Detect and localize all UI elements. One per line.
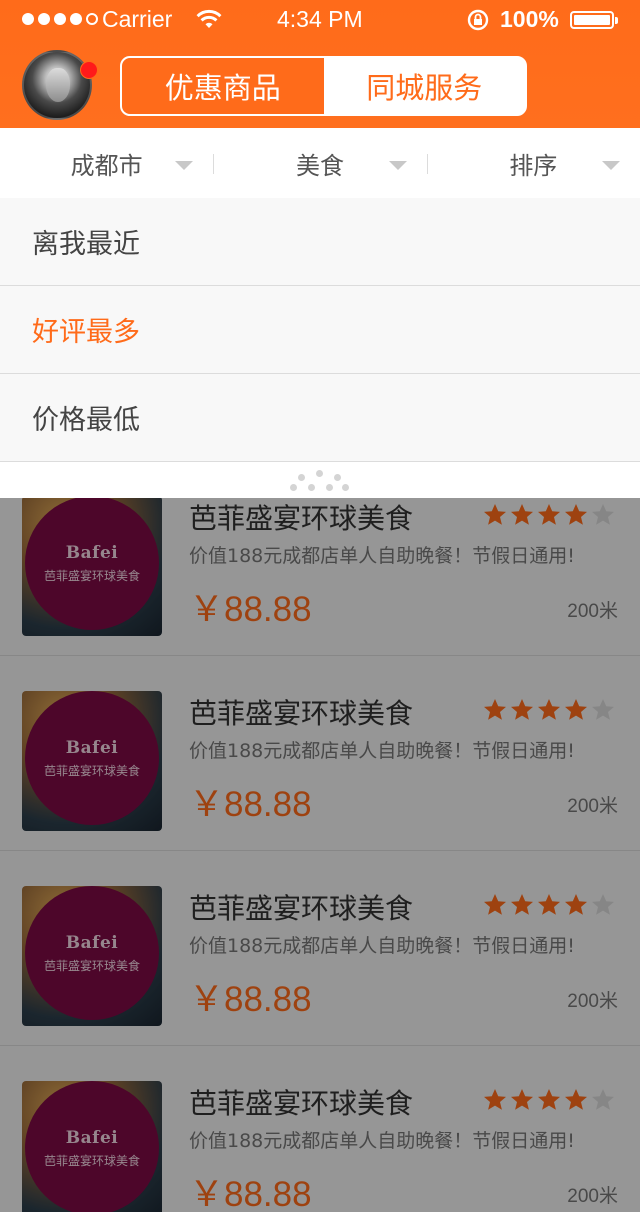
loading-spinner-icon	[284, 470, 356, 494]
filter-sort[interactable]: 排序	[426, 128, 640, 198]
rotation-lock-icon	[467, 9, 489, 31]
avatar[interactable]	[22, 50, 92, 120]
wifi-icon	[196, 9, 222, 28]
battery-percentage: 100%	[500, 6, 559, 32]
battery-icon	[570, 11, 618, 29]
carrier-label: Carrier	[102, 6, 173, 32]
filter-city-label: 成都市	[70, 151, 143, 180]
filter-category-label: 美食	[295, 151, 344, 180]
tab-discount-goods[interactable]: 优惠商品	[122, 58, 324, 114]
notification-dot	[80, 61, 98, 79]
filter-sort-label: 排序	[509, 151, 558, 180]
chevron-down-icon	[601, 161, 620, 170]
filter-bar: 成都市 美食 排序	[0, 128, 640, 198]
dim-overlay[interactable]	[0, 498, 640, 1212]
status-bar: Carrier 4:34 PM 100%	[0, 0, 640, 40]
sort-dropdown: 离我最近 好评最多 价格最低	[0, 198, 640, 498]
clock: 4:34 PM	[277, 6, 363, 32]
tab-local-services[interactable]: 同城服务	[323, 58, 525, 114]
chevron-down-icon	[175, 161, 194, 170]
dropdown-footer	[0, 462, 640, 498]
sort-option-lowest-price[interactable]: 价格最低	[0, 374, 640, 462]
sort-option-nearest[interactable]: 离我最近	[0, 198, 640, 286]
chevron-down-icon	[388, 161, 407, 170]
sort-option-top-rated[interactable]: 好评最多	[0, 286, 640, 374]
filter-category[interactable]: 美食	[213, 128, 426, 198]
app-header: Carrier 4:34 PM 100% 优惠商品 同城服务	[0, 0, 640, 128]
signal-strength-icon	[22, 13, 98, 25]
filter-city[interactable]: 成都市	[0, 128, 213, 198]
segmented-control: 优惠商品 同城服务	[120, 56, 527, 116]
